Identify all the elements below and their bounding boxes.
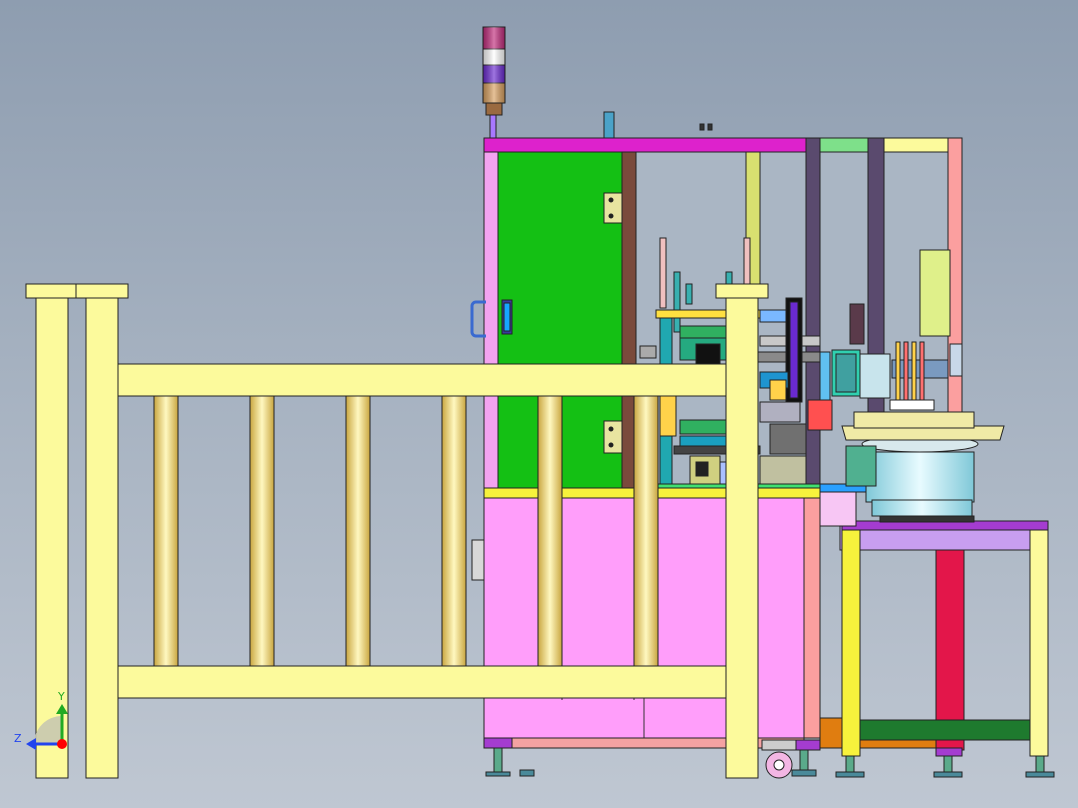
z-axis-label: Z	[14, 732, 22, 745]
cad-viewport[interactable]: Y Z	[0, 0, 1078, 808]
x-axis-dot	[57, 739, 67, 749]
orientation-triad[interactable]: Y Z	[0, 0, 1078, 808]
y-axis-label: Y	[57, 690, 65, 703]
y-axis-arrowhead	[56, 704, 68, 714]
z-axis-arrowhead	[26, 738, 36, 750]
